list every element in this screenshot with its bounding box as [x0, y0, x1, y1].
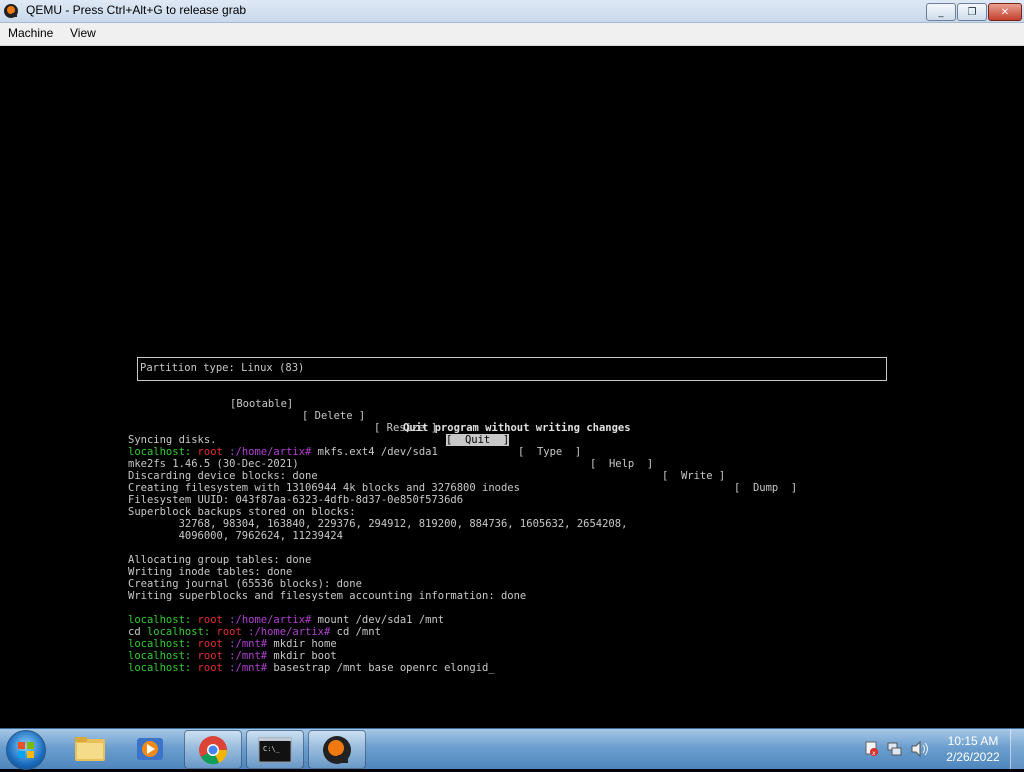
terminal-text: 32768, 98304, 163840, 229376, 294912, 81…	[128, 518, 628, 530]
volume-icon[interactable]	[911, 740, 928, 758]
clock-time[interactable]: 10:15 AM	[945, 734, 1001, 748]
action-center-flag-icon[interactable]: x	[865, 741, 878, 757]
command-prompt-icon: C:\_	[258, 737, 292, 763]
prompt-path: :/home/artix#	[229, 446, 312, 458]
terminal-prefix: cd	[128, 626, 147, 638]
terminal-command: basestrap /mnt base openrc elongid	[267, 662, 489, 674]
window-title: QEMU - Press Ctrl+Alt+G to release grab	[26, 3, 247, 17]
maximize-button[interactable]: ❐	[957, 3, 987, 21]
terminal-text: Syncing disks.	[128, 434, 217, 446]
windows-logo-icon	[18, 742, 34, 758]
close-button[interactable]: ✕	[988, 3, 1022, 21]
show-desktop-button[interactable]	[1010, 729, 1024, 769]
prompt-path: :/mnt#	[229, 662, 268, 674]
terminal-line: Discarding device blocks: done	[128, 470, 627, 482]
cfdisk-menu: [Bootable] [ Delete ] [ Resize ] [ Quit …	[0, 386, 797, 506]
taskbar-command-prompt[interactable]: C:\_	[246, 730, 304, 769]
terminal-line: mke2fs 1.46.5 (30-Dec-2021)	[128, 458, 627, 470]
folder-icon	[75, 737, 105, 761]
prompt-path: :/mnt#	[229, 638, 268, 650]
terminal-text: Filesystem UUID: 043f87aa-6323-4dfb-8d37…	[128, 494, 464, 506]
vm-screen[interactable]: Partition type: Linux (83) [Bootable] [ …	[0, 46, 1024, 728]
terminal-line: localhost: root :/mnt# mkdir home	[128, 638, 627, 650]
media-player-icon	[137, 738, 163, 760]
terminal-text: mke2fs 1.46.5 (30-Dec-2021)	[128, 458, 299, 470]
start-button[interactable]	[6, 730, 46, 770]
terminal-line: Writing inode tables: done	[128, 566, 627, 578]
terminal-line: localhost: root :/mnt# mkdir boot	[128, 650, 627, 662]
menu-machine[interactable]: Machine	[8, 26, 53, 40]
cfdisk-bootable[interactable]: [Bootable]	[230, 398, 293, 410]
taskbar-media-player[interactable]	[122, 730, 178, 767]
terminal-line: localhost: root :/home/artix# mount /dev…	[128, 614, 627, 626]
taskbar: C:\_ x 10:15 AM 2/26/2022	[0, 728, 1024, 770]
chrome-icon	[199, 736, 228, 765]
qemu-app-icon	[4, 4, 18, 18]
terminal-command: mkdir boot	[267, 650, 337, 662]
terminal-text: Superblock backups stored on blocks:	[128, 506, 356, 518]
partition-type-box: Partition type: Linux (83)	[137, 357, 887, 381]
prompt-user: root	[197, 638, 223, 650]
terminal-command: mkdir home	[267, 638, 337, 650]
terminal-line: Allocating group tables: done	[128, 554, 627, 566]
prompt-host: localhost:	[128, 614, 192, 626]
prompt-user: root	[216, 626, 242, 638]
prompt-user: root	[197, 662, 223, 674]
terminal-text: Allocating group tables: done	[128, 554, 312, 566]
terminal-text: Creating journal (65536 blocks): done	[128, 578, 362, 590]
prompt-host: localhost:	[128, 650, 192, 662]
qemu-icon	[323, 736, 351, 764]
taskbar-qemu[interactable]	[308, 730, 366, 769]
cfdisk-hint: Quit program without writing changes	[403, 422, 631, 434]
network-icon[interactable]	[887, 742, 902, 756]
terminal-command: mount /dev/sda1 /mnt	[311, 614, 445, 626]
minimize-button[interactable]: _	[926, 3, 956, 21]
terminal-command: mkfs.ext4 /dev/sda1	[311, 446, 438, 458]
terminal-line: 32768, 98304, 163840, 229376, 294912, 81…	[128, 518, 628, 530]
terminal-line: localhost: root :/home/artix# mkfs.ext4 …	[128, 446, 627, 458]
terminal-output: Syncing disks. localhost: root :/home/art…	[128, 434, 627, 674]
menu-bar: Machine View	[0, 23, 1024, 46]
terminal-text: Discarding device blocks: done	[128, 470, 318, 482]
cmd-label: C:\_	[263, 745, 281, 753]
prompt-user: root	[197, 614, 223, 626]
prompt-user: root	[197, 650, 223, 662]
terminal-text: Writing superblocks and filesystem accou…	[128, 590, 527, 602]
terminal-line: Writing superblocks and filesystem accou…	[128, 590, 627, 602]
prompt-host: localhost:	[128, 638, 192, 650]
terminal-text: Writing inode tables: done	[128, 566, 293, 578]
prompt-path: :/home/artix#	[229, 614, 312, 626]
partition-type-text: Partition type: Linux (83)	[140, 362, 305, 374]
terminal-cursor: _	[488, 662, 495, 674]
prompt-path: :/home/artix#	[248, 626, 331, 638]
cfdisk-dump[interactable]: [ Dump ]	[734, 482, 797, 494]
terminal-line: Superblock backups stored on blocks:	[128, 506, 627, 518]
title-bar: QEMU - Press Ctrl+Alt+G to release grab …	[0, 0, 1024, 23]
terminal-command: cd /mnt	[330, 626, 381, 638]
terminal-line: Creating journal (65536 blocks): done	[128, 578, 627, 590]
clock-date[interactable]: 2/26/2022	[945, 750, 1001, 764]
menu-view[interactable]: View	[70, 26, 96, 40]
svg-text:x: x	[872, 750, 876, 757]
prompt-path: :/mnt#	[229, 650, 268, 662]
taskbar-explorer[interactable]	[62, 730, 118, 767]
terminal-text: Creating filesystem with 13106944 4k blo…	[128, 482, 520, 494]
terminal-line: Creating filesystem with 13106944 4k blo…	[128, 482, 627, 494]
terminal-line: Filesystem UUID: 043f87aa-6323-4dfb-8d37…	[128, 494, 627, 506]
cfdisk-delete[interactable]: [ Delete ]	[302, 410, 365, 422]
terminal-line: 4096000, 7962624, 11239424	[128, 530, 627, 542]
taskbar-chrome[interactable]	[184, 730, 242, 769]
prompt-host: localhost:	[128, 662, 192, 674]
terminal-line: cd localhost: root :/home/artix# cd /mnt	[128, 626, 627, 638]
cfdisk-write[interactable]: [ Write ]	[662, 470, 725, 482]
system-tray: x	[862, 739, 942, 759]
terminal-text: 4096000, 7962624, 11239424	[128, 530, 343, 542]
terminal-line: localhost: root :/mnt# basestrap /mnt ba…	[128, 662, 627, 674]
terminal-line: Syncing disks.	[128, 434, 627, 446]
prompt-host: localhost:	[128, 446, 192, 458]
prompt-host: localhost:	[146, 626, 211, 638]
prompt-user: root	[197, 446, 223, 458]
